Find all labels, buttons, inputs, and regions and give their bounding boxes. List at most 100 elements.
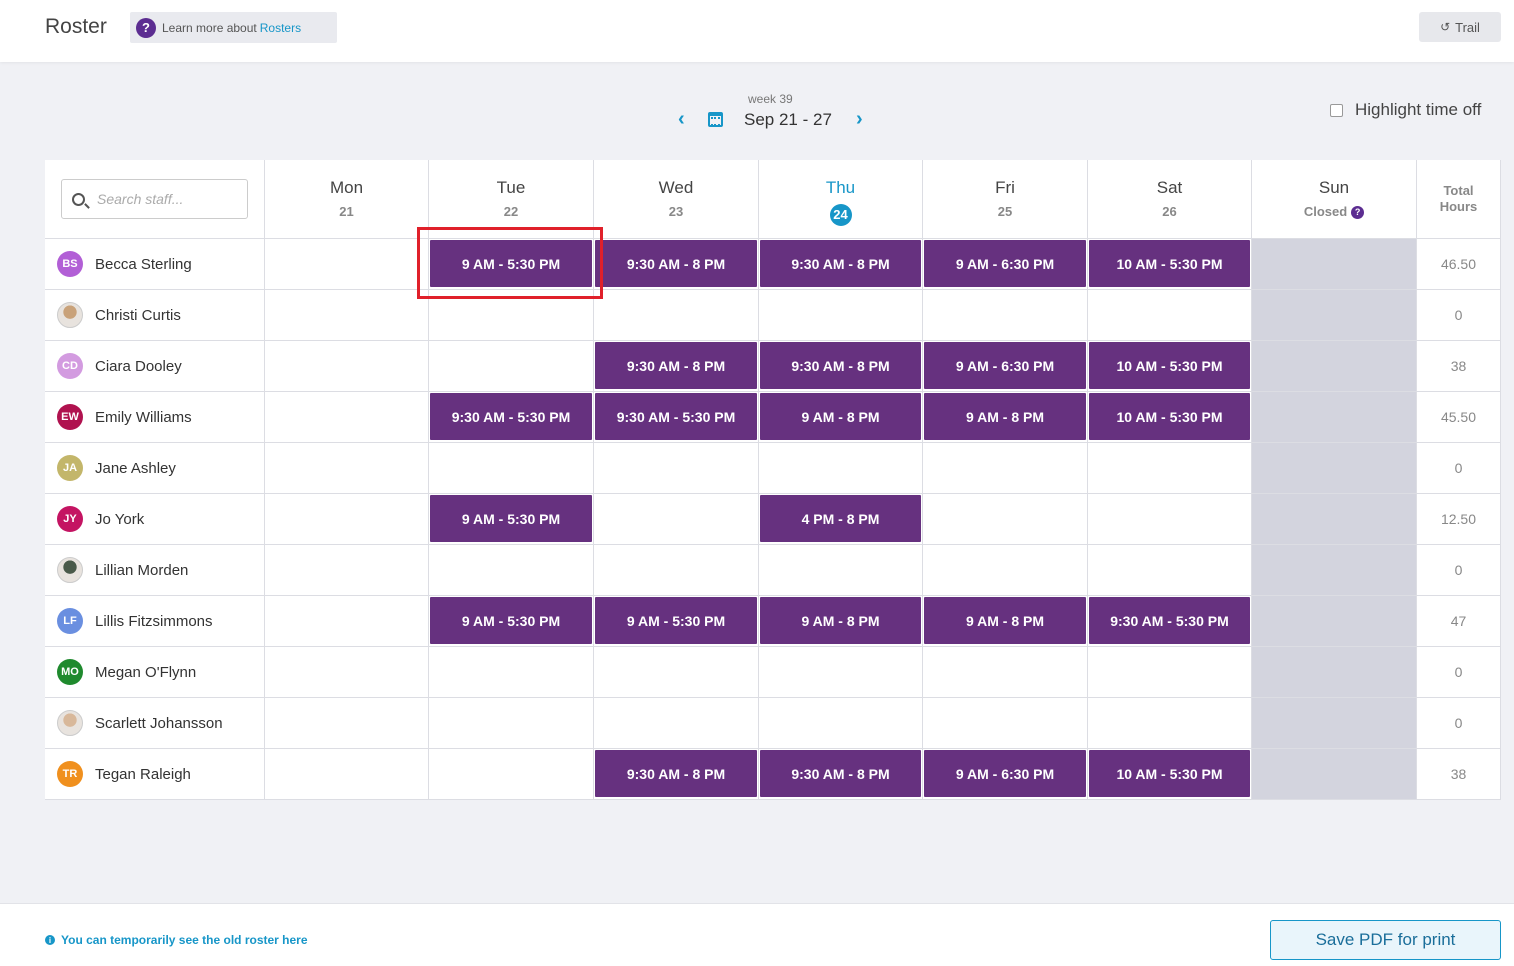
shift-block[interactable]: 9 AM - 6:30 PM [924, 240, 1086, 287]
learn-more-rosters-link[interactable]: Rosters [260, 21, 301, 35]
shift-block[interactable]: 9:30 AM - 8 PM [595, 342, 757, 389]
staff-row-name[interactable]: Lillian Morden [45, 545, 265, 596]
shift-block[interactable]: 10 AM - 5:30 PM [1089, 393, 1250, 440]
learn-more-link[interactable]: ? Learn more about Rosters [130, 12, 337, 43]
shift-cell[interactable]: 9:30 AM - 8 PM [594, 341, 759, 392]
help-icon[interactable]: ? [1351, 206, 1365, 219]
search-input[interactable] [97, 191, 237, 207]
highlight-time-off-toggle[interactable]: Highlight time off [1330, 100, 1481, 120]
trail-button[interactable]: ↺ Trail [1419, 12, 1501, 42]
shift-cell[interactable]: 9 AM - 6:30 PM [923, 341, 1088, 392]
shift-block[interactable]: 9:30 AM - 5:30 PM [430, 393, 592, 440]
shift-block[interactable]: 9:30 AM - 5:30 PM [595, 393, 757, 440]
shift-cell[interactable] [429, 545, 594, 596]
shift-cell[interactable]: 9 AM - 5:30 PM [429, 596, 594, 647]
staff-row-name[interactable]: MO Megan O'Flynn [45, 647, 265, 698]
shift-cell[interactable] [594, 545, 759, 596]
shift-cell[interactable] [265, 749, 429, 800]
shift-cell[interactable] [1088, 647, 1252, 698]
save-pdf-button[interactable]: Save PDF for print [1270, 920, 1501, 960]
shift-cell[interactable] [759, 545, 923, 596]
highlight-time-off-checkbox[interactable] [1330, 103, 1343, 117]
staff-row-name[interactable]: JY Jo York [45, 494, 265, 545]
shift-cell[interactable]: 9:30 AM - 5:30 PM [429, 392, 594, 443]
shift-block[interactable]: 9 AM - 5:30 PM [430, 495, 592, 542]
shift-cell[interactable]: 9 AM - 8 PM [759, 392, 923, 443]
shift-block[interactable]: 10 AM - 5:30 PM [1089, 240, 1250, 287]
shift-cell[interactable] [923, 647, 1088, 698]
shift-cell[interactable]: 9 AM - 8 PM [759, 596, 923, 647]
shift-block[interactable]: 10 AM - 5:30 PM [1089, 342, 1250, 389]
shift-cell[interactable] [265, 341, 429, 392]
shift-block[interactable]: 9:30 AM - 8 PM [760, 240, 921, 287]
shift-cell[interactable]: 4 PM - 8 PM [759, 494, 923, 545]
shift-cell[interactable] [265, 698, 429, 749]
shift-cell[interactable] [1088, 290, 1252, 341]
shift-cell[interactable] [265, 392, 429, 443]
shift-block[interactable]: 9:30 AM - 5:30 PM [1089, 597, 1250, 644]
staff-row-name[interactable]: JA Jane Ashley [45, 443, 265, 494]
shift-block[interactable]: 10 AM - 5:30 PM [1089, 750, 1250, 797]
shift-cell[interactable] [265, 290, 429, 341]
shift-cell[interactable] [923, 290, 1088, 341]
shift-block[interactable]: 9 AM - 8 PM [924, 393, 1086, 440]
shift-cell[interactable]: 9 AM - 6:30 PM [923, 239, 1088, 290]
shift-cell[interactable]: 9:30 AM - 5:30 PM [594, 392, 759, 443]
shift-cell[interactable] [594, 494, 759, 545]
shift-cell[interactable] [759, 647, 923, 698]
shift-cell[interactable]: 9 AM - 8 PM [923, 392, 1088, 443]
shift-block[interactable]: 9 AM - 6:30 PM [924, 342, 1086, 389]
shift-cell[interactable] [923, 443, 1088, 494]
next-week-chevron-icon[interactable]: › [856, 108, 863, 131]
staff-row-name[interactable]: EW Emily Williams [45, 392, 265, 443]
shift-cell[interactable] [265, 545, 429, 596]
shift-cell[interactable]: 9 AM - 5:30 PM [429, 494, 594, 545]
shift-cell[interactable]: 9:30 AM - 8 PM [759, 239, 923, 290]
calendar-icon[interactable] [708, 112, 723, 127]
shift-cell[interactable] [1088, 698, 1252, 749]
shift-cell[interactable] [594, 290, 759, 341]
shift-cell[interactable]: 9:30 AM - 8 PM [759, 749, 923, 800]
shift-cell[interactable] [759, 698, 923, 749]
shift-block[interactable]: 4 PM - 8 PM [760, 495, 921, 542]
prev-week-chevron-icon[interactable]: ‹ [678, 108, 685, 131]
staff-row-name[interactable]: TR Tegan Raleigh [45, 749, 265, 800]
shift-block[interactable]: 9 AM - 8 PM [924, 597, 1086, 644]
staff-row-name[interactable]: Scarlett Johansson [45, 698, 265, 749]
search-box[interactable] [61, 179, 248, 219]
shift-block[interactable]: 9:30 AM - 8 PM [595, 750, 757, 797]
shift-cell[interactable]: 9 AM - 6:30 PM [923, 749, 1088, 800]
shift-cell[interactable] [429, 749, 594, 800]
shift-cell[interactable] [759, 290, 923, 341]
shift-cell[interactable] [265, 443, 429, 494]
old-roster-link[interactable]: i You can temporarily see the old roster… [45, 933, 308, 947]
shift-cell[interactable] [429, 341, 594, 392]
staff-row-name[interactable]: CD Ciara Dooley [45, 341, 265, 392]
shift-cell[interactable]: 9:30 AM - 5:30 PM [1088, 596, 1252, 647]
shift-cell[interactable] [923, 545, 1088, 596]
staff-row-name[interactable]: BS Becca Sterling [45, 239, 265, 290]
shift-cell[interactable] [759, 443, 923, 494]
shift-block[interactable]: 9:30 AM - 8 PM [760, 750, 921, 797]
shift-cell[interactable]: 9:30 AM - 8 PM [594, 749, 759, 800]
shift-block[interactable]: 9:30 AM - 8 PM [760, 342, 921, 389]
shift-cell[interactable] [265, 647, 429, 698]
shift-cell[interactable]: 10 AM - 5:30 PM [1088, 239, 1252, 290]
shift-cell[interactable] [594, 647, 759, 698]
staff-row-name[interactable]: Christi Curtis [45, 290, 265, 341]
shift-cell[interactable] [1088, 545, 1252, 596]
shift-cell[interactable] [265, 494, 429, 545]
shift-cell[interactable]: 9 AM - 8 PM [923, 596, 1088, 647]
shift-block[interactable]: 9 AM - 5:30 PM [595, 597, 757, 644]
shift-cell[interactable] [1088, 494, 1252, 545]
shift-cell[interactable] [429, 698, 594, 749]
shift-cell[interactable] [923, 494, 1088, 545]
shift-cell[interactable]: 9 AM - 5:30 PM [594, 596, 759, 647]
shift-cell[interactable]: 10 AM - 5:30 PM [1088, 392, 1252, 443]
shift-cell[interactable]: 10 AM - 5:30 PM [1088, 341, 1252, 392]
shift-cell[interactable]: 9:30 AM - 8 PM [594, 239, 759, 290]
shift-cell[interactable] [594, 443, 759, 494]
shift-cell[interactable] [429, 443, 594, 494]
shift-cell[interactable] [429, 647, 594, 698]
shift-block[interactable]: 9 AM - 6:30 PM [924, 750, 1086, 797]
